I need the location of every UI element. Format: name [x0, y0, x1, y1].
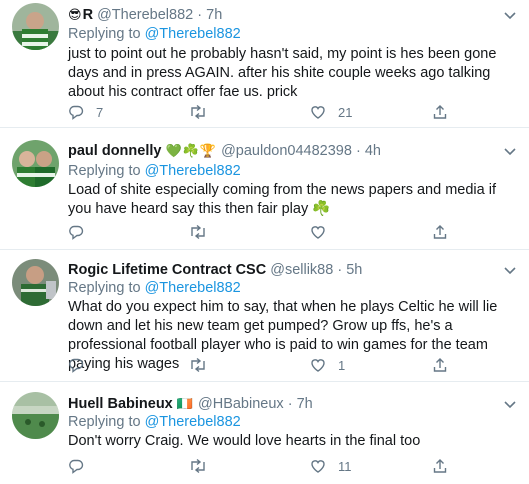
- like-button[interactable]: 21: [310, 104, 352, 120]
- timestamp[interactable]: 7h: [297, 396, 313, 412]
- heart-icon: [311, 226, 325, 239]
- separator-dot: ·: [337, 262, 343, 278]
- display-name[interactable]: Huell Babineux: [68, 396, 173, 412]
- name-emoji: 😎: [68, 7, 83, 22]
- avatar[interactable]: [12, 259, 59, 306]
- tweet-header: Rogic Lifetime Contract CSC @sellik88 · …: [68, 261, 499, 279]
- reply-button[interactable]: [68, 224, 96, 240]
- replying-to-link[interactable]: @Therebel882: [145, 280, 241, 296]
- chevron-down-icon[interactable]: [503, 397, 517, 411]
- replying-to-link[interactable]: @Therebel882: [145, 26, 241, 42]
- tweet-actions: [68, 224, 529, 244]
- like-count: 21: [338, 104, 353, 120]
- retweet-button[interactable]: [189, 458, 219, 474]
- replying-to: Replying to @Therebel882: [68, 25, 241, 43]
- like-button[interactable]: 11: [310, 458, 352, 474]
- retweet-icon: [191, 104, 205, 120]
- user-handle[interactable]: @Therebel882: [97, 7, 193, 23]
- timestamp[interactable]: 5h: [346, 262, 362, 278]
- name-emoji: 🇮🇪: [176, 396, 194, 411]
- tweet-text: Don't worry Craig. We would love hearts …: [68, 433, 421, 449]
- name-emoji: 💚☘️🏆: [165, 143, 218, 158]
- chevron-down-icon[interactable]: [503, 144, 517, 158]
- tweet-actions: 7 21: [68, 104, 529, 124]
- retweet-button[interactable]: [189, 104, 219, 120]
- timestamp[interactable]: 7h: [206, 7, 222, 23]
- heart-icon: [311, 460, 325, 473]
- separator-dot: ·: [355, 143, 361, 159]
- replying-to-link[interactable]: @Therebel882: [145, 163, 241, 179]
- tweet-header: paul donnelly 💚☘️🏆 @pauldon04482398 · 4h: [68, 142, 499, 160]
- share-icon: [433, 105, 447, 119]
- like-count: 11: [338, 458, 352, 474]
- tweet-header: 😎R @Therebel882 · 7h: [68, 6, 499, 24]
- replying-to: Replying to @Therebel882: [68, 413, 241, 431]
- retweet-icon: [191, 458, 205, 474]
- reply-icon: [69, 358, 84, 373]
- display-name[interactable]: R: [83, 7, 93, 23]
- retweet-icon: [191, 224, 205, 240]
- avatar[interactable]: [12, 392, 59, 439]
- tweet[interactable]: paul donnelly 💚☘️🏆 @pauldon04482398 · 4h…: [0, 128, 529, 250]
- reply-icon: [69, 459, 84, 474]
- user-handle[interactable]: @sellik88: [270, 262, 333, 278]
- replying-to: Replying to @Therebel882: [68, 162, 241, 180]
- replying-to-link[interactable]: @Therebel882: [145, 414, 241, 430]
- reply-icon: [69, 225, 84, 240]
- like-button[interactable]: 1: [310, 357, 345, 373]
- display-name[interactable]: paul donnelly: [68, 143, 161, 159]
- tweet-text: Load of shite especially coming from the…: [68, 182, 496, 217]
- tweet[interactable]: Huell Babineux 🇮🇪 @HBabineux · 7h Replyi…: [0, 382, 529, 484]
- replying-label: Replying to: [68, 414, 141, 430]
- reply-button[interactable]: [68, 357, 96, 373]
- retweet-button[interactable]: [189, 357, 219, 373]
- tweet[interactable]: Rogic Lifetime Contract CSC @sellik88 · …: [0, 250, 529, 382]
- share-icon: [433, 358, 447, 372]
- chevron-down-icon[interactable]: [503, 263, 517, 277]
- avatar[interactable]: [12, 3, 59, 50]
- reply-count: 7: [96, 104, 104, 120]
- share-icon: [433, 459, 447, 473]
- share-button[interactable]: [432, 224, 448, 240]
- separator-dot: ·: [197, 7, 203, 23]
- heart-icon: [311, 106, 325, 119]
- reply-icon: [69, 105, 84, 120]
- tweet-actions: 11: [68, 458, 529, 478]
- heart-icon: [311, 359, 325, 372]
- reply-button[interactable]: [68, 458, 96, 474]
- reply-button[interactable]: 7: [68, 104, 103, 120]
- like-button[interactable]: [310, 224, 338, 240]
- retweet-button[interactable]: [189, 224, 219, 240]
- timestamp[interactable]: 4h: [365, 143, 381, 159]
- share-button[interactable]: [432, 357, 448, 373]
- retweet-icon: [191, 357, 205, 373]
- tweet-actions: 1: [68, 357, 529, 377]
- user-handle[interactable]: @pauldon04482398: [221, 143, 352, 159]
- share-icon: [433, 225, 447, 239]
- user-handle[interactable]: @HBabineux: [198, 396, 284, 412]
- tweet-text: just to point out he probably hasn't sai…: [68, 46, 497, 100]
- tweet-header: Huell Babineux 🇮🇪 @HBabineux · 7h: [68, 395, 499, 413]
- tweet[interactable]: 😎R @Therebel882 · 7h Replying to @Thereb…: [0, 0, 529, 128]
- replying-label: Replying to: [68, 26, 141, 42]
- like-count: 1: [338, 357, 346, 373]
- separator-dot: ·: [287, 396, 293, 412]
- replying-to: Replying to @Therebel882: [68, 279, 241, 297]
- avatar[interactable]: [12, 140, 59, 187]
- display-name[interactable]: Rogic Lifetime Contract CSC: [68, 262, 266, 278]
- share-button[interactable]: [432, 458, 448, 474]
- replying-label: Replying to: [68, 280, 141, 296]
- chevron-down-icon[interactable]: [503, 8, 517, 22]
- replying-label: Replying to: [68, 163, 141, 179]
- share-button[interactable]: [432, 104, 448, 120]
